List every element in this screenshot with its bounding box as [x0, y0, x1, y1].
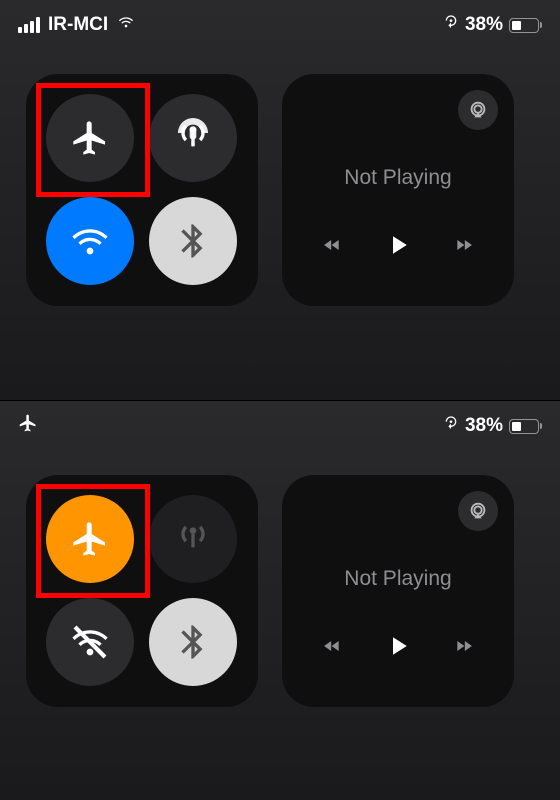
media-panel[interactable]: Not Playing [282, 475, 514, 707]
status-left: IR-MCI [18, 14, 136, 36]
rewind-button[interactable] [317, 636, 347, 661]
play-button[interactable] [383, 230, 413, 265]
forward-button[interactable] [449, 636, 479, 661]
media-panel[interactable]: Not Playing [282, 74, 514, 306]
carrier-label: IR-MCI [48, 14, 108, 36]
battery-icon [509, 419, 542, 434]
bluetooth-button[interactable] [149, 197, 237, 285]
bluetooth-button[interactable] [149, 598, 237, 686]
airplay-button[interactable] [458, 491, 498, 531]
connectivity-panel[interactable] [26, 74, 258, 306]
airplane-mode-button[interactable] [46, 495, 134, 583]
rotation-lock-icon [443, 415, 459, 437]
battery-icon [509, 18, 542, 33]
control-center-after: 38% Not Play [0, 400, 560, 800]
status-bar: IR-MCI 38% [0, 0, 560, 50]
wifi-button[interactable] [46, 197, 134, 285]
media-controls [317, 230, 479, 265]
battery-percent-label: 38% [465, 14, 503, 36]
control-center-before: IR-MCI 38% [0, 0, 560, 400]
airplane-mode-button[interactable] [46, 94, 134, 182]
rotation-lock-icon [443, 14, 459, 36]
cellular-data-button[interactable] [149, 495, 237, 583]
status-bar: 38% [0, 401, 560, 451]
media-status-label: Not Playing [344, 166, 451, 190]
airplay-button[interactable] [458, 90, 498, 130]
media-controls [317, 631, 479, 666]
status-right: 38% [443, 415, 542, 437]
media-status-label: Not Playing [344, 567, 451, 591]
wifi-off-button[interactable] [46, 598, 134, 686]
rewind-button[interactable] [317, 235, 347, 260]
cellular-signal-icon [18, 17, 40, 33]
forward-button[interactable] [449, 235, 479, 260]
airplane-mode-icon [18, 413, 38, 439]
connectivity-panel[interactable] [26, 475, 258, 707]
status-right: 38% [443, 14, 542, 36]
status-left [18, 413, 38, 439]
wifi-icon [116, 14, 136, 36]
play-button[interactable] [383, 631, 413, 666]
battery-percent-label: 38% [465, 415, 503, 437]
cellular-data-button[interactable] [149, 94, 237, 182]
